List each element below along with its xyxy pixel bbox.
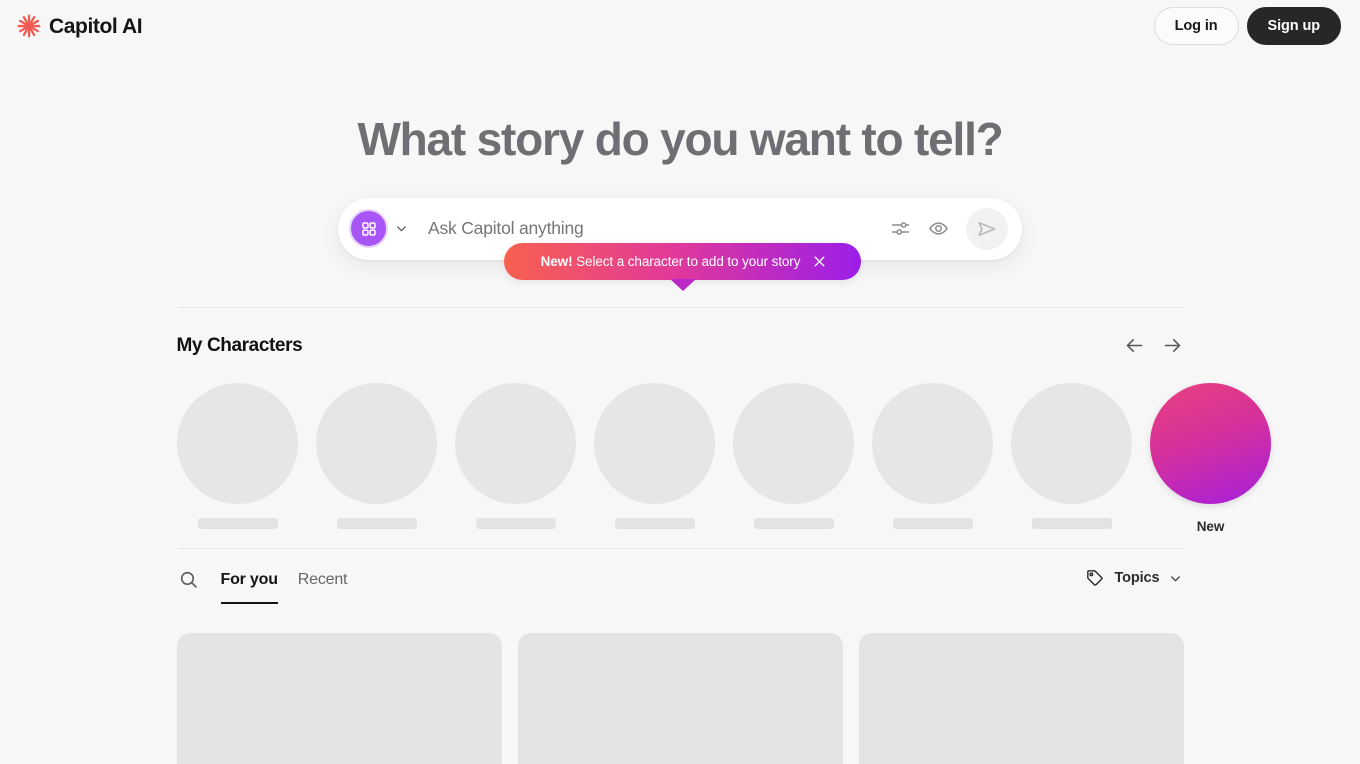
character-label-placeholder (1031, 517, 1112, 529)
hero-section: What story do you want to tell? (0, 52, 1360, 165)
character-avatar-placeholder[interactable] (733, 382, 854, 504)
log-in-button[interactable]: Log in (1153, 7, 1239, 45)
new-feature-toast: New! Select a character to add to your s… (504, 242, 861, 291)
sign-up-button[interactable]: Sign up (1246, 7, 1341, 45)
character-card[interactable] (872, 382, 993, 548)
chevron-down-icon[interactable] (1168, 570, 1184, 586)
topics-filter-button[interactable]: Topics (1084, 567, 1183, 589)
tab-for-you[interactable]: For you (220, 571, 278, 604)
character-card[interactable] (733, 382, 854, 548)
toast-pointer (669, 278, 696, 291)
character-label-placeholder (197, 517, 278, 529)
feed-tabs-row: For you Recent Topics (177, 549, 1184, 608)
character-label-placeholder (475, 517, 556, 529)
character-card[interactable] (455, 382, 576, 548)
app-header: Capitol AI Log in Sign up (0, 0, 1360, 52)
sliders-icon[interactable] (888, 217, 912, 241)
tag-icon (1084, 567, 1106, 589)
character-avatar-placeholder[interactable] (872, 382, 993, 504)
arrow-right-icon[interactable] (1162, 335, 1184, 357)
new-character-avatar[interactable] (1150, 382, 1271, 504)
character-card[interactable] (594, 382, 715, 548)
grid-2x2-icon[interactable] (349, 209, 388, 249)
search-icon[interactable] (177, 568, 201, 592)
character-card[interactable] (316, 382, 437, 548)
arrow-left-icon[interactable] (1124, 335, 1146, 357)
tab-recent[interactable]: Recent (298, 571, 348, 604)
feed-card-placeholder[interactable] (517, 632, 843, 764)
toast-badge: New! (540, 253, 573, 269)
topics-label: Topics (1114, 570, 1160, 587)
feed-card-placeholder[interactable] (858, 632, 1184, 764)
character-avatar-placeholder[interactable] (455, 382, 576, 504)
characters-carousel[interactable]: New (0, 382, 1360, 548)
character-label-placeholder (892, 517, 973, 529)
my-characters-header: My Characters (177, 331, 1184, 361)
character-label-placeholder (753, 517, 834, 529)
character-avatar-placeholder[interactable] (1011, 382, 1132, 504)
prompt-area: New! Select a character to add to your s… (338, 197, 1022, 291)
prompt-tools (888, 207, 1010, 250)
close-icon[interactable] (810, 252, 828, 270)
my-characters-section: My Characters New (0, 308, 1360, 548)
character-label-placeholder (614, 517, 695, 529)
send-paper-plane-icon[interactable] (966, 207, 1008, 250)
chevron-down-icon[interactable] (392, 220, 410, 238)
character-avatar-placeholder[interactable] (316, 382, 437, 504)
header-actions: Log in Sign up (1153, 7, 1344, 45)
character-selector[interactable] (349, 209, 410, 249)
character-label-placeholder (336, 517, 417, 529)
character-avatar-placeholder[interactable] (177, 382, 298, 504)
carousel-nav (1124, 335, 1184, 357)
feed-cards (176, 632, 1184, 764)
toast-message-text: Select a character to add to your story (576, 253, 801, 269)
character-avatar-placeholder[interactable] (594, 382, 715, 504)
page-title: What story do you want to tell? (357, 113, 1003, 165)
feed-card-placeholder[interactable] (176, 632, 502, 764)
brand-logo[interactable]: Capitol AI (16, 10, 143, 42)
feed-tabs: For you Recent (177, 549, 348, 608)
character-card[interactable]: New (1150, 382, 1271, 548)
toast-message: New! Select a character to add to your s… (541, 254, 801, 269)
star-asterisk-icon (16, 13, 42, 39)
character-label: New (1196, 518, 1225, 534)
prompt-input[interactable] (410, 218, 888, 240)
section-title: My Characters (176, 334, 303, 356)
character-card[interactable] (177, 382, 298, 548)
eye-icon[interactable] (926, 217, 950, 241)
character-card[interactable] (1011, 382, 1132, 548)
brand-name: Capitol AI (49, 14, 143, 38)
